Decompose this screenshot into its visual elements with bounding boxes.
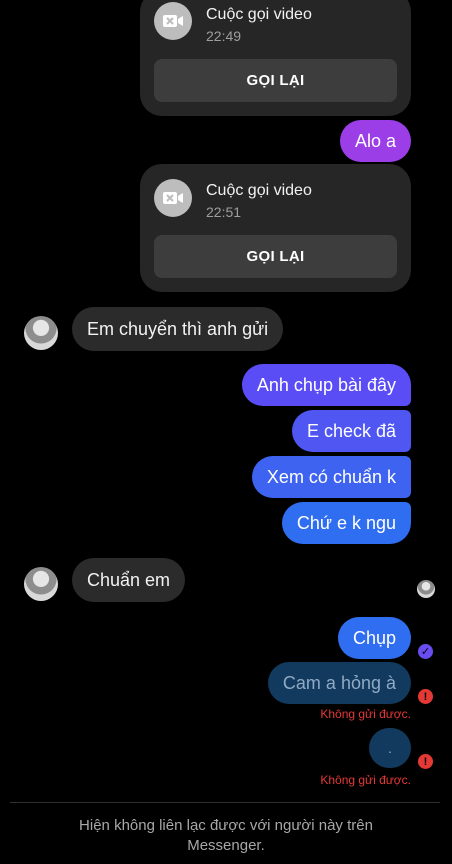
- video-call-missed-icon: [154, 2, 192, 40]
- sent-message: Alo a: [339, 120, 411, 162]
- error-glyph: !: [423, 690, 428, 703]
- call-back-button[interactable]: GỌI LẠI: [154, 235, 397, 278]
- unavailable-notice: Hiện không liên lạc được với người này t…: [40, 816, 412, 856]
- video-call-missed-icon: [154, 179, 192, 217]
- error-glyph: !: [423, 755, 428, 768]
- call-title: Cuộc gọi video: [206, 182, 312, 199]
- seen-avatar: [417, 580, 435, 598]
- sent-message: Xem có chuẩn k: [251, 456, 411, 498]
- check-circle-icon: ✓: [418, 644, 433, 659]
- call-time: 22:49: [206, 28, 242, 44]
- send-failed-label: Không gửi được.: [320, 707, 411, 721]
- divider: [10, 802, 440, 803]
- message-text: .: [388, 740, 392, 756]
- contact-avatar[interactable]: [24, 316, 58, 350]
- message-text: Alo a: [354, 130, 396, 151]
- notice-line-2: Messenger.: [187, 837, 265, 854]
- video-call-card-1: Cuộc gọi video 22:49 GỌI LẠI: [140, 0, 411, 116]
- sent-message: E check đã: [291, 410, 411, 452]
- sent-message: Chụp: [337, 617, 411, 659]
- video-call-card-2: Cuộc gọi video 22:51 GỌI LẠI: [140, 164, 411, 292]
- send-failed-label: Không gửi được.: [320, 773, 411, 787]
- message-text: E check đã: [306, 420, 396, 441]
- notice-line-1: Hiện không liên lạc được với người này t…: [79, 817, 373, 834]
- message-text: Xem có chuẩn k: [266, 466, 396, 487]
- exclamation-icon[interactable]: !: [418, 754, 433, 769]
- message-text: Chứ e k ngu: [296, 512, 396, 533]
- failed-message[interactable]: .: [369, 728, 411, 768]
- seen-glyph: ✓: [420, 646, 431, 658]
- received-message: Em chuyển thì anh gửi: [72, 307, 284, 351]
- message-text: Anh chụp bài đây: [256, 374, 396, 395]
- call-time: 22:51: [206, 204, 242, 220]
- message-text: Chụp: [352, 627, 396, 648]
- message-text: Cam a hỏng à: [282, 672, 396, 693]
- sent-message: Anh chụp bài đây: [241, 364, 411, 406]
- failed-message[interactable]: Cam a hỏng à: [267, 662, 411, 704]
- call-back-button[interactable]: GỌI LẠI: [154, 59, 397, 102]
- call-title: Cuộc gọi video: [206, 6, 312, 23]
- message-text: Em chuyển thì anh gửi: [87, 318, 269, 339]
- exclamation-icon[interactable]: !: [418, 689, 433, 704]
- contact-avatar[interactable]: [24, 567, 58, 601]
- received-message: Chuẩn em: [72, 558, 186, 602]
- sent-message: Chứ e k ngu: [281, 502, 411, 544]
- message-text: Chuẩn em: [87, 569, 171, 590]
